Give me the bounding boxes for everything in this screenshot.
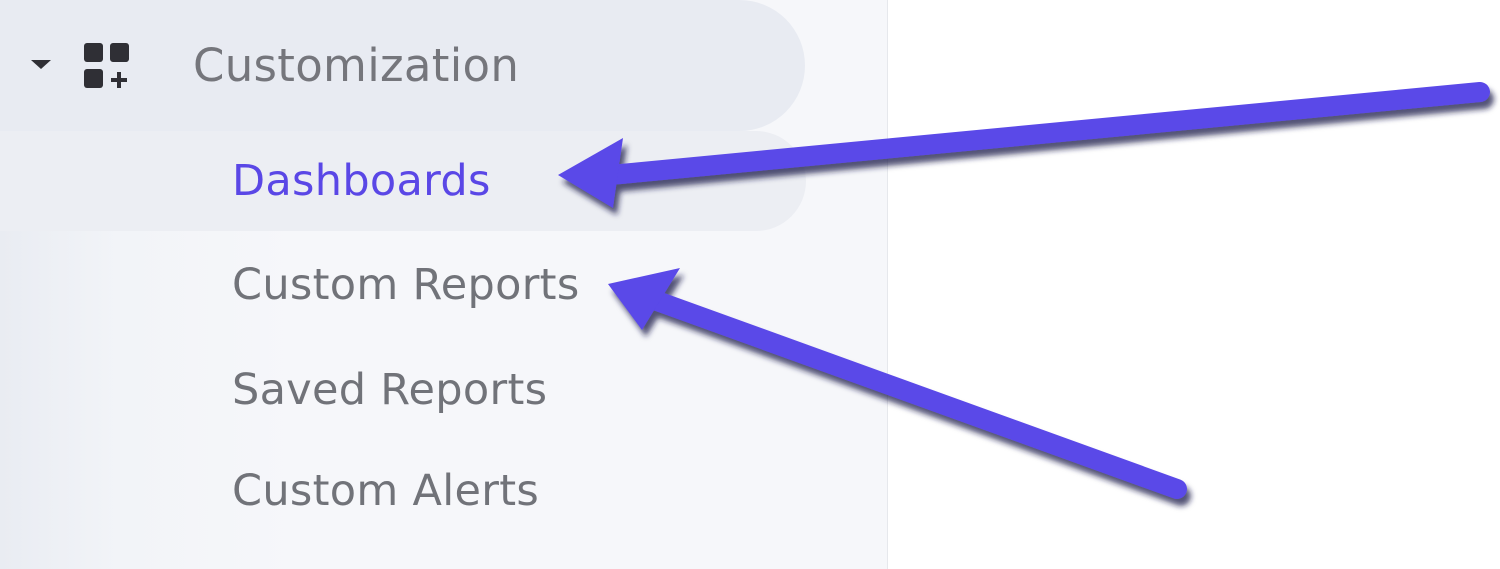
sidebar-item-custom-reports[interactable]: Custom Reports	[232, 255, 580, 315]
customize-grid-icon	[84, 43, 129, 88]
sidebar-item-dashboards[interactable]: Dashboards	[232, 151, 491, 211]
screenshot-stage: Customization Dashboards Custom Reports …	[0, 0, 1500, 569]
sidebar-item-custom-alerts[interactable]: Custom Alerts	[232, 461, 539, 521]
sidebar-nav: Customization Dashboards Custom Reports …	[0, 0, 888, 569]
customization-group-title: Customization	[193, 39, 520, 92]
caret-down-icon[interactable]	[31, 60, 51, 69]
sidebar-item-saved-reports[interactable]: Saved Reports	[232, 360, 547, 420]
customization-group-header[interactable]: Customization	[0, 0, 805, 131]
